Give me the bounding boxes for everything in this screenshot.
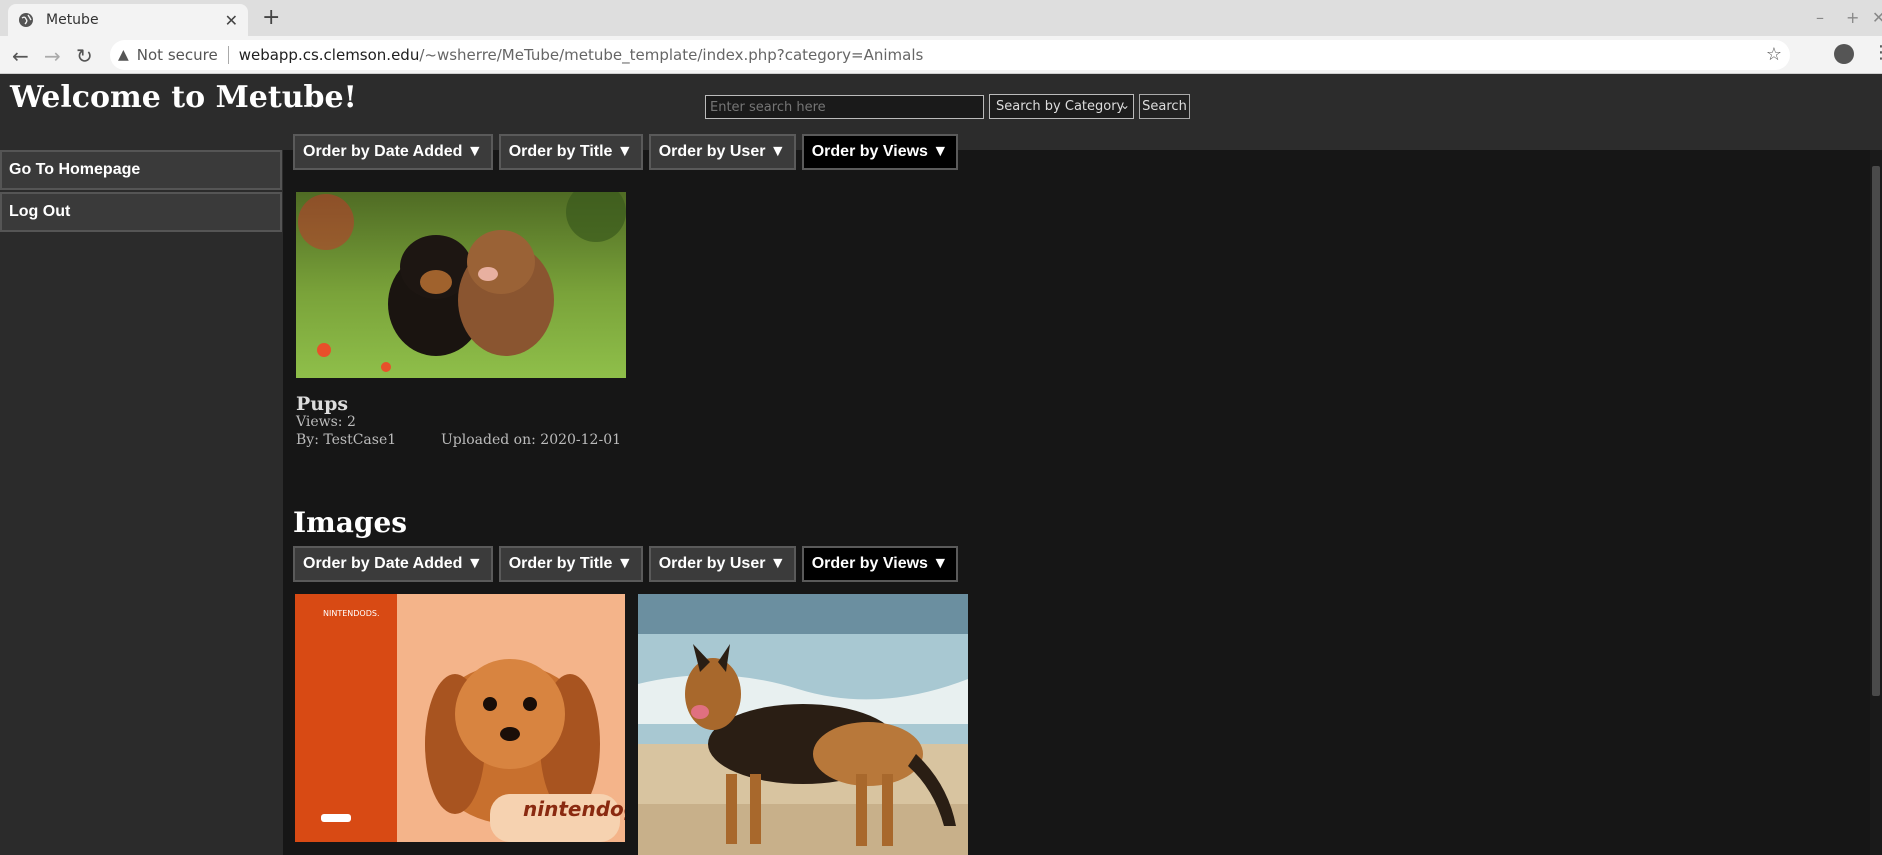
- tab-title: Metube: [46, 12, 99, 28]
- nintendogs-logo: nintendogs: [523, 797, 625, 821]
- back-icon[interactable]: ←: [12, 44, 29, 68]
- images-order-by-title-button[interactable]: Order by Title ▼: [498, 546, 643, 582]
- image-thumbnail-shepherd[interactable]: [638, 594, 968, 855]
- page: Welcome to Metube! Search by Category ⌄ …: [0, 74, 1882, 855]
- address-bar[interactable]: ▲ Not secure webapp.cs.clemson.edu /~wsh…: [110, 40, 1790, 70]
- warning-icon[interactable]: ▲: [118, 47, 129, 63]
- nintendo-ds-brand: NINTENDODS.: [323, 609, 380, 618]
- video-thumbnail[interactable]: [296, 192, 626, 378]
- browser-tab[interactable]: Metube ✕: [8, 4, 248, 36]
- site-title: Welcome to Metube!: [10, 80, 357, 115]
- order-by-title-button[interactable]: Order by Title ▼: [498, 134, 643, 170]
- maximize-icon[interactable]: +: [1846, 8, 1859, 27]
- minimize-icon[interactable]: –: [1816, 8, 1824, 27]
- search-category-select[interactable]: Search by Category ⌄: [989, 94, 1134, 119]
- forward-icon[interactable]: →: [44, 44, 61, 68]
- scrollbar-thumb[interactable]: [1872, 166, 1880, 696]
- order-by-views-button[interactable]: Order by Views ▼: [801, 134, 959, 170]
- sidebar-item-homepage[interactable]: Go To Homepage: [0, 150, 282, 190]
- profile-avatar-icon[interactable]: [1834, 44, 1854, 64]
- close-tab-icon[interactable]: ✕: [225, 11, 238, 30]
- german-shepherd-image: [638, 594, 968, 855]
- images-order-by-user-button[interactable]: Order by User ▼: [648, 546, 796, 582]
- video-author: By: TestCase1: [296, 432, 397, 448]
- url-host: webapp.cs.clemson.edu: [238, 46, 420, 64]
- browser-tabbar: Metube ✕ + – + ✕: [0, 0, 1882, 36]
- sidebar: Go To Homepage Log Out: [0, 150, 283, 855]
- chevron-down-icon: ⌄: [1119, 98, 1130, 112]
- image-order-bar: Order by Date Added ▼ Order by Title ▼ O…: [293, 546, 964, 582]
- images-order-by-date-button[interactable]: Order by Date Added ▼: [293, 546, 493, 582]
- security-label[interactable]: Not secure: [137, 46, 218, 64]
- browser-toolbar: ← → ↻ ▲ Not secure webapp.cs.clemson.edu…: [0, 36, 1882, 74]
- globe-icon: [19, 13, 33, 27]
- video-order-bar: Order by Date Added ▼ Order by Title ▼ O…: [293, 134, 964, 170]
- search-input[interactable]: [705, 95, 984, 119]
- reload-icon[interactable]: ↻: [76, 44, 93, 68]
- puppies-image: [296, 192, 626, 378]
- video-upload-date: Uploaded on: 2020-12-01: [441, 432, 622, 448]
- bookmark-star-icon[interactable]: ☆: [1766, 44, 1782, 65]
- search-button[interactable]: Search: [1139, 94, 1190, 119]
- images-order-by-views-button[interactable]: Order by Views ▼: [801, 546, 959, 582]
- omnibox-divider: [227, 46, 229, 64]
- new-tab-button[interactable]: +: [262, 5, 280, 30]
- video-views: Views: 2: [296, 414, 356, 430]
- order-by-date-button[interactable]: Order by Date Added ▼: [293, 134, 493, 170]
- browser-menu-icon[interactable]: ⋮: [1872, 42, 1882, 63]
- sidebar-item-logout[interactable]: Log Out: [0, 192, 282, 232]
- image-thumbnail-dachshund[interactable]: nintendogs NINTENDODS.: [295, 594, 625, 842]
- window-close-icon[interactable]: ✕: [1872, 8, 1882, 27]
- order-by-user-button[interactable]: Order by User ▼: [648, 134, 796, 170]
- main-content: Order by Date Added ▼ Order by Title ▼ O…: [283, 134, 1868, 855]
- images-heading: Images: [293, 506, 408, 539]
- url-path: /~wsherre/MeTube/metube_template/index.p…: [419, 46, 924, 64]
- video-title[interactable]: Pups: [296, 393, 348, 415]
- dachshund-image: nintendogs NINTENDODS.: [295, 594, 625, 842]
- search-category-value: Search by Category: [996, 99, 1125, 114]
